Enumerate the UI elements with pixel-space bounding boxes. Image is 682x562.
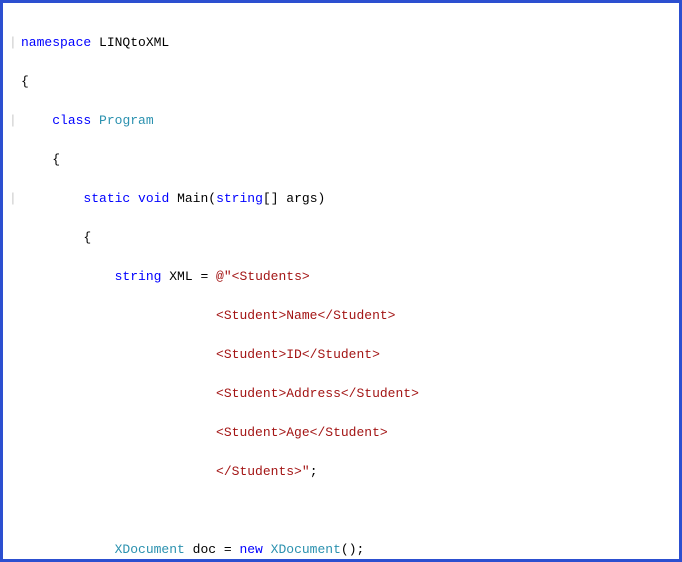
- fold-gutter: [9, 462, 21, 482]
- string-literal: </Students>": [216, 464, 310, 479]
- string-literal: <Student>Name</Student>: [216, 308, 395, 323]
- fold-gutter: [9, 228, 21, 248]
- keyword: new: [239, 542, 262, 557]
- text: [] args): [263, 191, 325, 206]
- quote: ": [302, 464, 310, 479]
- keyword: namespace: [21, 35, 91, 50]
- string-literal: <Student>ID</Student>: [216, 347, 380, 362]
- keyword: string: [216, 191, 263, 206]
- code-frame: |namespace LINQtoXML { | class Program {…: [0, 0, 682, 562]
- code-line: {: [9, 228, 673, 248]
- fold-gutter: [9, 423, 21, 443]
- typename: XDocument: [271, 542, 341, 557]
- fold-gutter: [9, 150, 21, 170]
- text: ;: [310, 464, 318, 479]
- code-line: | class Program: [9, 111, 673, 131]
- code-block: |namespace LINQtoXML { | class Program {…: [9, 13, 673, 562]
- code-line: {: [9, 72, 673, 92]
- fold-gutter: [9, 267, 21, 287]
- code-line: </Students>";: [9, 462, 673, 482]
- text: doc =: [185, 542, 240, 557]
- code-line: <Student>Age</Student>: [9, 423, 673, 443]
- code-line: <Student>Name</Student>: [9, 306, 673, 326]
- keyword: string: [115, 269, 162, 284]
- verbatim-prefix: @: [216, 269, 224, 284]
- code-line: {: [9, 150, 673, 170]
- xml-text: </Students>: [216, 464, 302, 479]
- fold-gutter: [9, 384, 21, 404]
- typename: Program: [99, 113, 154, 128]
- text: LINQtoXML: [91, 35, 169, 50]
- xml-text: <Students>: [232, 269, 310, 284]
- fold-gutter: [9, 501, 21, 521]
- fold-gutter: |: [9, 33, 21, 53]
- brace: {: [83, 230, 91, 245]
- string-literal: <Student>Age</Student>: [216, 425, 388, 440]
- code-line: |namespace LINQtoXML: [9, 33, 673, 53]
- quote: ": [224, 269, 232, 284]
- fold-gutter: [9, 306, 21, 326]
- keyword: class: [52, 113, 91, 128]
- text: XML =: [161, 269, 216, 284]
- fold-gutter: |: [9, 189, 21, 209]
- typename: XDocument: [115, 542, 185, 557]
- brace: {: [52, 152, 60, 167]
- keyword: void: [138, 191, 169, 206]
- code-line: <Student>ID</Student>: [9, 345, 673, 365]
- code-line: <Student>Address</Student>: [9, 384, 673, 404]
- code-line: | static void Main(string[] args): [9, 189, 673, 209]
- fold-gutter: [9, 345, 21, 365]
- string-literal: @"<Students>: [216, 269, 310, 284]
- fold-gutter: |: [9, 111, 21, 131]
- code-line: string XML = @"<Students>: [9, 267, 673, 287]
- brace: {: [21, 74, 29, 89]
- text: ();: [341, 542, 364, 557]
- keyword: static: [83, 191, 130, 206]
- code-line: XDocument doc = new XDocument();: [9, 540, 673, 560]
- fold-gutter: [9, 540, 21, 560]
- code-line: [9, 501, 673, 521]
- fold-gutter: [9, 72, 21, 92]
- string-literal: <Student>Address</Student>: [216, 386, 419, 401]
- text: Main(: [169, 191, 216, 206]
